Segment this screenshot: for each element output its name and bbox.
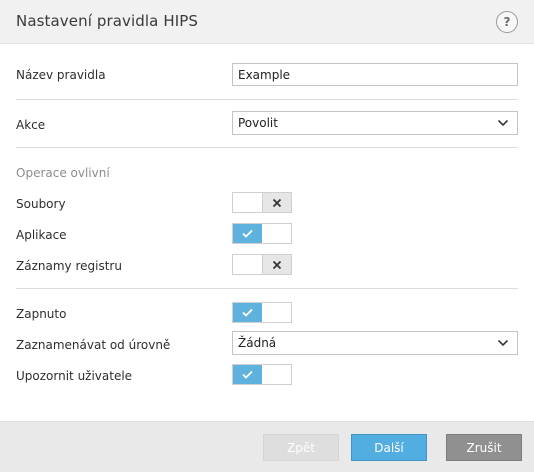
dialog-footer: Zpět Další Zrušit (0, 421, 534, 472)
chevron-down-icon (497, 119, 509, 127)
registry-toggle[interactable] (232, 254, 292, 275)
divider (16, 147, 518, 148)
next-button[interactable]: Další (351, 434, 427, 461)
rule-name-input[interactable] (232, 63, 518, 86)
enabled-label: Zapnuto (16, 307, 67, 321)
rule-name-label: Název pravidla (16, 68, 106, 82)
log-level-select-value: Žádná (238, 336, 277, 350)
check-icon (233, 224, 262, 243)
action-label: Akce (16, 118, 46, 132)
notify-user-toggle[interactable] (232, 364, 292, 385)
files-toggle[interactable] (232, 192, 292, 213)
operations-heading: Operace ovlivní (16, 166, 110, 180)
back-button[interactable]: Zpět (263, 434, 339, 461)
applications-label: Aplikace (16, 228, 67, 242)
log-level-label: Zaznamenávat od úrovně (16, 338, 171, 352)
enabled-toggle[interactable] (232, 302, 292, 323)
action-select-value: Povolit (238, 116, 278, 130)
dialog-title: Nastavení pravidla HIPS (16, 12, 198, 30)
files-label: Soubory (16, 197, 66, 211)
log-level-select[interactable]: Žádná (232, 331, 518, 355)
title-bar: Nastavení pravidla HIPS ? (0, 0, 534, 44)
check-icon (233, 365, 262, 384)
x-icon (262, 193, 291, 212)
x-icon (262, 255, 291, 274)
help-icon[interactable]: ? (496, 11, 518, 33)
registry-label: Záznamy registru (16, 259, 122, 273)
applications-toggle[interactable] (232, 223, 292, 244)
divider (16, 99, 518, 100)
divider (16, 288, 518, 289)
check-icon (233, 303, 262, 322)
notify-user-label: Upozornit uživatele (16, 369, 133, 383)
chevron-down-icon (497, 339, 509, 347)
action-select[interactable]: Povolit (232, 111, 518, 135)
cancel-button[interactable]: Zrušit (446, 434, 522, 461)
